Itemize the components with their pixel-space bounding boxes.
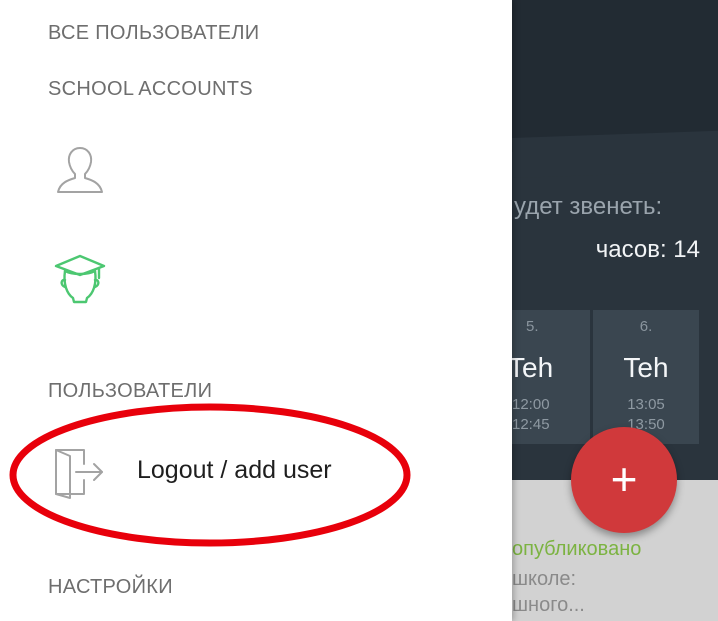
- graduate-cap-icon: [54, 254, 106, 304]
- lesson-card-5[interactable]: 5. Teh 12:00 12:45: [512, 310, 590, 444]
- account-avatar-person[interactable]: [50, 140, 110, 200]
- section-school-accounts: SCHOOL ACCOUNTS: [48, 78, 253, 100]
- lesson-subject: Teh: [512, 352, 554, 383]
- ring-info-text: удет звенеть:: [514, 193, 663, 220]
- account-avatar-graduate[interactable]: [50, 248, 110, 308]
- lesson-start: 13:05: [627, 396, 665, 413]
- schedule-header: удет звенеть: часов: 14 5. Teh 12:00 12:…: [512, 0, 718, 480]
- section-all-users[interactable]: ВСЕ ПОЛЬЗОВАТЕЛИ: [48, 22, 259, 45]
- feed-text: школе:: [512, 568, 577, 590]
- ring-time-text: часов: 14: [595, 236, 700, 263]
- navigation-drawer: ВСЕ ПОЛЬЗОВАТЕЛИ SCHOOL ACCOUNTS ПОЛЬЗОВ…: [0, 0, 512, 621]
- lesson-end: 12:45: [512, 416, 550, 433]
- screen: удет звенеть: часов: 14 5. Teh 12:00 12:…: [0, 0, 718, 621]
- logout-icon: [50, 444, 106, 500]
- feed-text: шного...: [512, 594, 585, 616]
- logout-add-user-item[interactable]: Logout / add user: [30, 428, 410, 512]
- logout-label: Logout / add user: [137, 456, 332, 484]
- lesson-subject: Teh: [623, 352, 669, 383]
- person-outline-icon: [57, 147, 103, 193]
- lesson-number: 6.: [639, 318, 653, 335]
- feed-status: опубликовано: [512, 538, 642, 560]
- section-users: ПОЛЬЗОВАТЕЛИ: [48, 380, 213, 402]
- lesson-start: 12:00: [512, 396, 550, 413]
- add-fab-button[interactable]: +: [571, 427, 677, 533]
- section-settings[interactable]: НАСТРОЙКИ: [48, 576, 173, 599]
- lesson-card-6[interactable]: 6. Teh 13:05 13:50: [593, 310, 699, 444]
